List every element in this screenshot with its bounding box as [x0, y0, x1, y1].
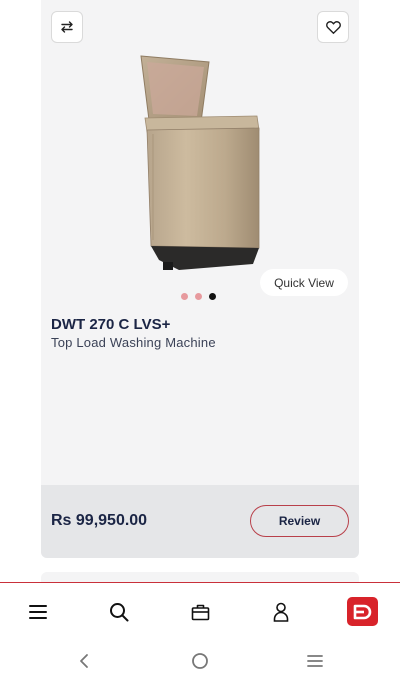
compare-button[interactable]: [51, 11, 83, 43]
product-subtitle: Top Load Washing Machine: [51, 335, 216, 350]
home-icon: [192, 653, 208, 669]
shopping-bag-icon: [191, 604, 209, 621]
product-card[interactable]: Quick View DWT 270 C LVS+ Top Load Washi…: [41, 0, 359, 558]
nav-search[interactable]: [107, 600, 131, 624]
system-home-button[interactable]: [189, 650, 211, 672]
bottom-navigation: [0, 582, 400, 640]
carousel-dot[interactable]: [195, 293, 202, 300]
quick-view-button[interactable]: Quick View: [260, 269, 348, 296]
brand-home-button[interactable]: [347, 597, 378, 626]
review-button[interactable]: Review: [250, 505, 349, 537]
carousel-dot-active[interactable]: [209, 293, 216, 300]
nav-cart[interactable]: [188, 600, 212, 624]
product-image[interactable]: [129, 50, 269, 280]
product-listing-screen: Quick View DWT 270 C LVS+ Top Load Washi…: [0, 0, 400, 680]
product-price: Rs 99,950.00: [51, 512, 148, 529]
nav-menu[interactable]: [26, 600, 50, 624]
user-icon: [273, 602, 289, 622]
back-icon: [80, 654, 88, 668]
system-navigation-bar: [0, 640, 400, 680]
system-recents-button[interactable]: [304, 650, 326, 672]
brand-logo-icon: [353, 604, 371, 619]
heart-icon: [325, 21, 341, 35]
nav-account[interactable]: [269, 600, 293, 624]
image-carousel-dots: [181, 293, 216, 300]
price-bar: Rs 99,950.00 Review: [41, 485, 359, 558]
product-title[interactable]: DWT 270 C LVS+: [51, 316, 170, 333]
system-back-button[interactable]: [73, 650, 95, 672]
search-icon: [110, 603, 129, 622]
recents-icon: [307, 655, 323, 667]
wishlist-button[interactable]: [317, 11, 349, 43]
compare-arrows-icon: [61, 21, 73, 33]
menu-icon: [29, 605, 47, 619]
carousel-dot[interactable]: [181, 293, 188, 300]
